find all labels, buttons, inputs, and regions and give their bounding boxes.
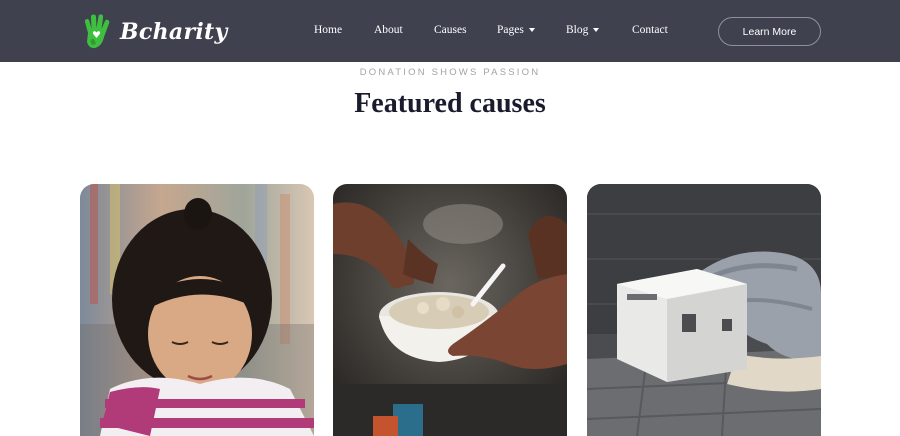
nav-home[interactable]: Home bbox=[314, 24, 342, 36]
cause-card-3[interactable] bbox=[587, 184, 821, 436]
cause-card-1[interactable] bbox=[80, 184, 314, 436]
nav-pages-label: Pages bbox=[497, 24, 524, 36]
homeless-sleeping-photo bbox=[587, 184, 821, 436]
nav-home-label: Home bbox=[314, 24, 343, 36]
learn-more-button[interactable]: Learn More bbox=[718, 17, 821, 46]
nav-about[interactable]: About bbox=[374, 24, 403, 36]
nav-contact[interactable]: Contact bbox=[632, 24, 668, 36]
nav-blog-label: Blog bbox=[566, 24, 589, 36]
chevron-down-icon bbox=[593, 28, 600, 32]
girl-reading-photo bbox=[80, 184, 314, 436]
nav-causes[interactable]: Causes bbox=[434, 24, 467, 36]
section-eyebrow: DONATION SHOWS PASSION bbox=[359, 67, 541, 78]
nav-about-label: About bbox=[374, 24, 403, 36]
nav-contact-label: Contact bbox=[632, 24, 668, 36]
section-title: Featured causes bbox=[354, 88, 546, 119]
nav-pages[interactable]: Pages bbox=[497, 24, 535, 36]
cause-card-2[interactable] bbox=[333, 184, 567, 436]
food-donation-photo bbox=[333, 184, 567, 436]
site-header: Bcharity Home About Causes Pages Blog Co… bbox=[0, 0, 900, 62]
chevron-down-icon bbox=[528, 28, 535, 32]
nav-causes-label: Causes bbox=[434, 24, 467, 36]
nav-blog[interactable]: Blog bbox=[566, 24, 600, 36]
